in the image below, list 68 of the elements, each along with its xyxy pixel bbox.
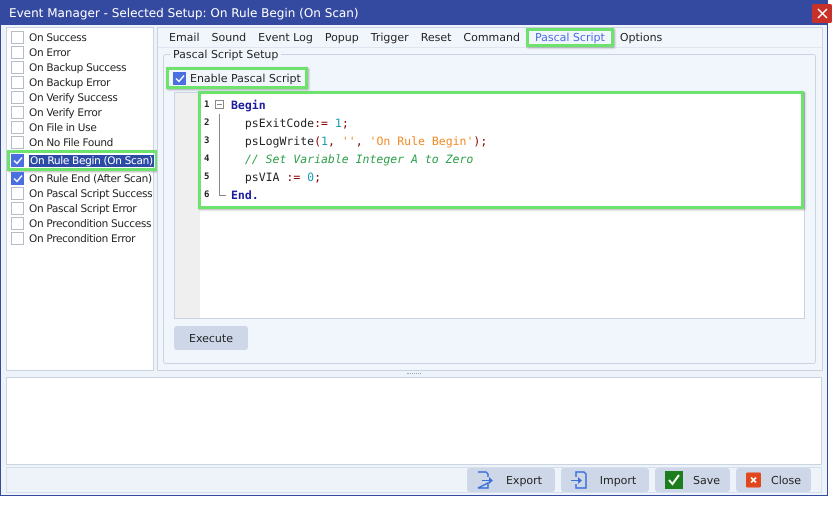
code-line: Begin bbox=[230, 98, 266, 112]
list-item[interactable]: On File in Use bbox=[29, 122, 96, 134]
checkbox[interactable] bbox=[11, 232, 24, 245]
list-item[interactable]: On Precondition Success bbox=[29, 218, 152, 230]
tab[interactable]: Event Log bbox=[252, 31, 319, 44]
import-icon bbox=[571, 471, 587, 489]
line-number: 4 bbox=[204, 154, 210, 164]
list-item[interactable]: On Verify Error bbox=[29, 106, 102, 118]
list-item[interactable]: On Backup Error bbox=[29, 76, 110, 88]
export-icon bbox=[477, 471, 493, 489]
close-button[interactable]: Close bbox=[736, 468, 811, 492]
code-line: psExitCode:= 1; bbox=[244, 116, 349, 130]
close-button[interactable] bbox=[812, 4, 832, 22]
code-line: // Set Variable Integer A to Zero bbox=[244, 152, 474, 166]
tab[interactable]: Reset bbox=[414, 31, 458, 44]
tab[interactable]: Options bbox=[614, 31, 668, 44]
tab[interactable]: Email bbox=[163, 31, 206, 44]
list-item[interactable]: On Error bbox=[29, 46, 70, 58]
execute-button[interactable]: Execute bbox=[174, 326, 248, 350]
list-item[interactable]: On Verify Success bbox=[29, 92, 118, 104]
import-button[interactable]: Import bbox=[561, 468, 649, 492]
collapse-icon[interactable] bbox=[215, 100, 224, 109]
list-item[interactable]: On Success bbox=[29, 32, 87, 44]
line-number: 3 bbox=[204, 136, 210, 146]
checkbox[interactable] bbox=[11, 202, 24, 215]
splitter-grip[interactable] bbox=[407, 372, 421, 376]
tab[interactable]: Popup bbox=[318, 31, 365, 44]
list-item[interactable]: On Backup Success bbox=[29, 62, 126, 74]
checkbox[interactable] bbox=[11, 91, 24, 104]
code-line: End. bbox=[230, 188, 259, 202]
checkbox[interactable] bbox=[11, 31, 24, 44]
tab[interactable]: Sound bbox=[206, 31, 252, 44]
line-number: 6 bbox=[204, 190, 210, 200]
checkbox[interactable] bbox=[11, 187, 24, 200]
list-item[interactable]: On Rule Begin (On Scan) bbox=[29, 154, 154, 166]
code-line: psLogWrite(1, '', 'On Rule Begin'); bbox=[244, 134, 488, 148]
checkbox[interactable] bbox=[11, 217, 24, 230]
list-item[interactable]: On No File Found bbox=[29, 136, 114, 148]
tab[interactable]: Pascal Script bbox=[528, 31, 611, 44]
close-icon bbox=[816, 8, 828, 18]
save-button[interactable]: Save bbox=[655, 468, 730, 492]
checkbox[interactable] bbox=[11, 46, 24, 59]
checkbox[interactable] bbox=[11, 172, 24, 185]
checkbox[interactable] bbox=[11, 121, 24, 134]
list-item[interactable]: On Pascal Script Success bbox=[29, 188, 152, 200]
line-number: 5 bbox=[204, 172, 210, 182]
window-title: Event Manager - Selected Setup: On Rule Begin (On Scan) bbox=[9, 6, 359, 20]
export-button[interactable]: Export bbox=[467, 468, 555, 492]
checkbox[interactable] bbox=[11, 154, 24, 167]
tab[interactable]: Command bbox=[457, 31, 526, 44]
line-number: 1 bbox=[204, 100, 210, 110]
checkbox[interactable] bbox=[11, 136, 24, 149]
tab[interactable]: Trigger bbox=[364, 31, 415, 44]
checkbox[interactable] bbox=[11, 106, 24, 119]
checkbox[interactable] bbox=[11, 76, 24, 89]
list-item[interactable]: On Rule End (After Scan) bbox=[29, 172, 152, 184]
checkbox-label[interactable]: Enable Pascal Script bbox=[190, 72, 301, 84]
close-icon bbox=[746, 471, 762, 489]
log-area[interactable] bbox=[6, 377, 822, 465]
line-number: 2 bbox=[204, 118, 210, 128]
code-editor[interactable]: 1 Begin 2 psExitCode:= 1; 3 psLogWrite(1, '', 'On Rule Begin'); 4 // Set Variable Integer A to Zero 5 psVIA := 0; 6 End. bbox=[174, 92, 805, 319]
code-line: psVIA := 0; bbox=[244, 170, 322, 184]
list-item[interactable]: On Pascal Script Error bbox=[29, 202, 136, 214]
checkbox[interactable] bbox=[11, 61, 24, 74]
check-icon bbox=[665, 471, 683, 489]
list-item[interactable]: On Precondition Error bbox=[29, 232, 136, 244]
checkbox[interactable] bbox=[173, 72, 186, 84]
group-title: Pascal Script Setup bbox=[170, 48, 282, 61]
